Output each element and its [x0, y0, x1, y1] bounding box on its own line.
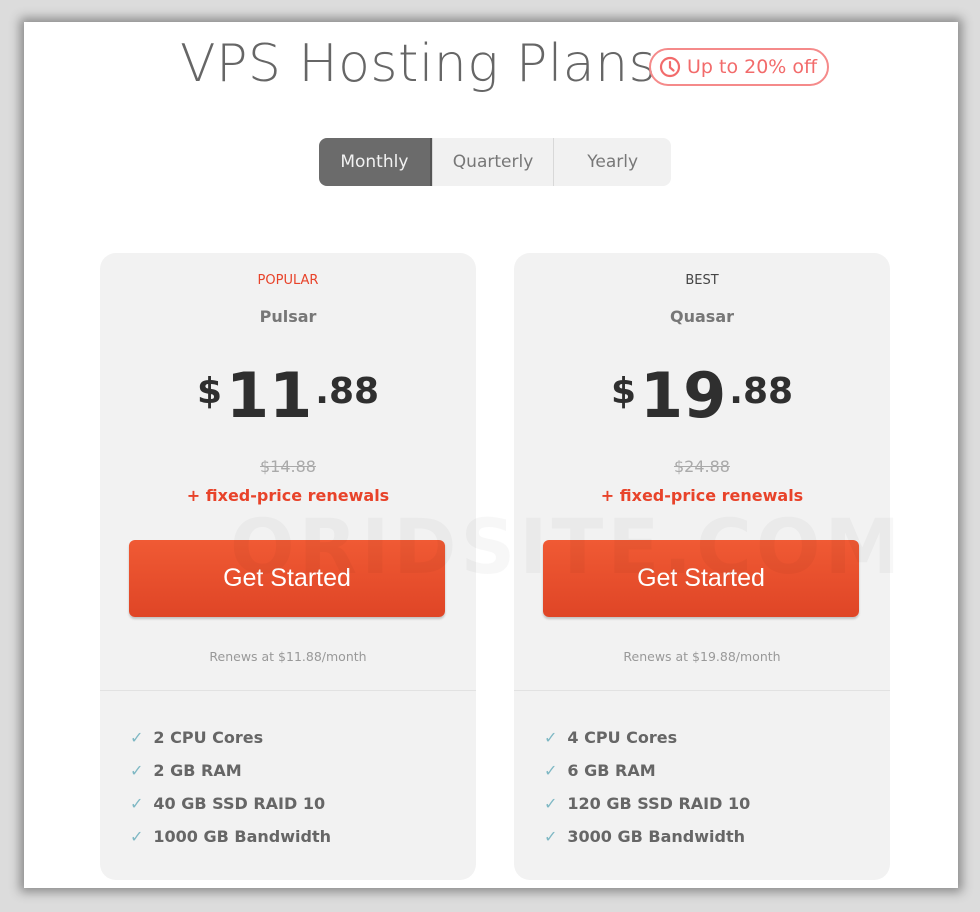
feature-label: 1000 GB Bandwidth: [153, 827, 331, 846]
feature-item: ✓ 3000 GB Bandwidth: [544, 820, 750, 853]
feature-label: 2 CPU Cores: [153, 728, 264, 747]
toggle-quarterly[interactable]: Quarterly: [431, 138, 554, 186]
divider: [514, 690, 890, 691]
check-icon: ✓: [130, 761, 144, 780]
price-currency: $: [610, 371, 636, 412]
old-price: $14.88: [260, 457, 316, 476]
feature-item: ✓ 1000 GB Bandwidth: [130, 820, 331, 853]
page-title: VPS Hosting Plans: [180, 34, 657, 94]
clock-icon: [659, 56, 681, 78]
price-currency: $: [196, 371, 222, 412]
plan-price: $ 11 .88: [100, 365, 476, 427]
feature-item: ✓ 6 GB RAM: [544, 754, 750, 787]
old-price: $24.88: [674, 457, 730, 476]
renews-text: Renews at $19.88/month: [623, 649, 781, 664]
feature-label: 6 GB RAM: [567, 761, 656, 780]
divider: [100, 690, 476, 691]
feature-item: ✓ 4 CPU Cores: [544, 721, 750, 754]
check-icon: ✓: [544, 794, 558, 813]
feature-label: 3000 GB Bandwidth: [567, 827, 745, 846]
check-icon: ✓: [544, 728, 558, 747]
price-cents: .88: [315, 371, 380, 412]
price-whole: 19: [640, 359, 727, 432]
discount-badge: Up to 20% off: [649, 48, 830, 86]
toggle-monthly[interactable]: Monthly: [319, 138, 432, 186]
feature-item: ✓ 40 GB SSD RAID 10: [130, 787, 331, 820]
feature-item: ✓ 120 GB SSD RAID 10: [544, 787, 750, 820]
watermark: ORIDSITE.COM: [230, 502, 904, 591]
feature-label: 120 GB SSD RAID 10: [567, 794, 751, 813]
pricing-page: VPS Hosting Plans Up to 20% off Monthly …: [24, 22, 958, 888]
feature-item: ✓ 2 GB RAM: [130, 754, 331, 787]
plan-tag: BEST: [685, 273, 719, 288]
price-whole: 11: [226, 359, 313, 432]
plan-name: Pulsar: [259, 307, 317, 326]
check-icon: ✓: [544, 827, 558, 846]
plan-name: Quasar: [670, 307, 734, 326]
price-cents: .88: [729, 371, 794, 412]
badge-label: Up to 20% off: [687, 56, 818, 78]
feature-label: 40 GB SSD RAID 10: [153, 794, 326, 813]
check-icon: ✓: [130, 728, 144, 747]
plan-tag: POPULAR: [257, 273, 319, 288]
check-icon: ✓: [544, 761, 558, 780]
feature-list: ✓ 4 CPU Cores ✓ 6 GB RAM ✓ 120 GB SSD RAID …: [544, 721, 750, 853]
feature-list: ✓ 2 CPU Cores ✓ 2 GB RAM ✓ 40 GB SSD RAID 1…: [130, 721, 331, 853]
feature-label: 2 GB RAM: [153, 761, 242, 780]
check-icon: ✓: [130, 827, 144, 846]
feature-item: ✓ 2 CPU Cores: [130, 721, 331, 754]
toggle-yearly[interactable]: Yearly: [553, 138, 671, 186]
billing-toggle: Monthly Quarterly Yearly: [319, 138, 671, 186]
plan-price: $ 19 .88: [514, 365, 890, 427]
feature-label: 4 CPU Cores: [567, 728, 678, 747]
check-icon: ✓: [130, 794, 144, 813]
renews-text: Renews at $11.88/month: [209, 649, 367, 664]
